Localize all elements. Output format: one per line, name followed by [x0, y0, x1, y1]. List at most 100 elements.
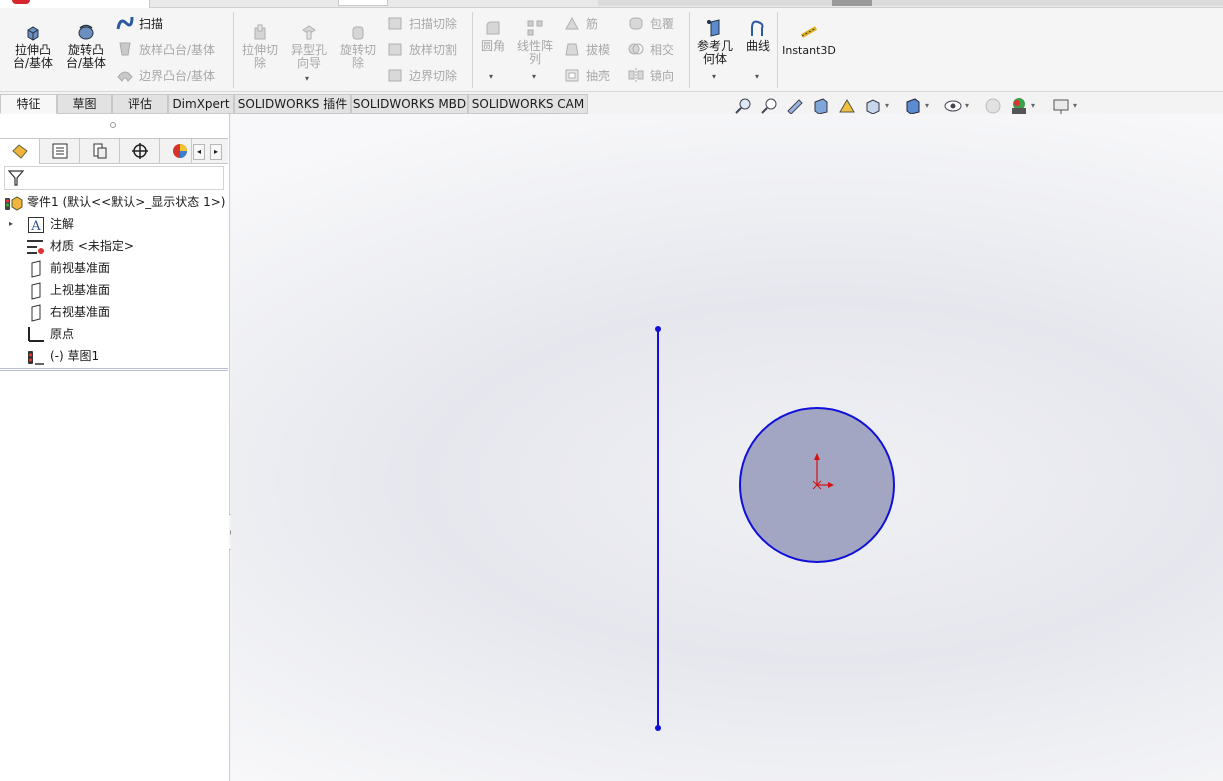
tree-item-part[interactable]: 零件1 (默认<<默认>_显示状态 1>): [0, 192, 228, 212]
linear-pattern-button[interactable]: 线性阵 列: [513, 18, 557, 66]
tab-dimxpert-manager[interactable]: [120, 139, 160, 164]
title-bar-area: [598, 0, 1223, 6]
previous-view-icon[interactable]: [785, 96, 805, 116]
revolve-cut-button[interactable]: 旋转切 除: [334, 22, 382, 70]
tree-item-material[interactable]: 材质 <未指定>: [0, 236, 228, 256]
tab-evaluate[interactable]: 评估: [112, 94, 168, 114]
tab-property-manager[interactable]: [40, 139, 80, 164]
curves-button[interactable]: 曲线: [740, 18, 776, 53]
fillet-dropdown[interactable]: ▾: [489, 72, 493, 81]
loft-boss-button[interactable]: 放样凸台/基体: [116, 40, 215, 60]
scene-dropdown[interactable]: ▾: [1031, 101, 1035, 110]
tab-solidworks-cam[interactable]: SOLIDWORKS CAM: [468, 94, 588, 114]
rib-button[interactable]: 筋: [563, 14, 598, 34]
solidworks-logo[interactable]: [0, 0, 150, 8]
loft-icon: [119, 42, 131, 56]
tab-feature-manager[interactable]: [0, 139, 40, 164]
tree-item-origin[interactable]: 原点: [0, 324, 228, 344]
instant3d-button[interactable]: Instant3D: [782, 22, 836, 57]
draft-button[interactable]: 拔模: [563, 40, 610, 60]
boundary-cut-button[interactable]: 边界切除: [386, 66, 457, 86]
dimxpert-icon: [132, 143, 148, 159]
tab-solidworks-mbd[interactable]: SOLIDWORKS MBD: [351, 94, 468, 114]
draft-icon: [565, 43, 579, 56]
panel-tabs-scroll-left[interactable]: ◂: [193, 144, 205, 160]
tab-solidworks-addins[interactable]: SOLIDWORKS 插件: [234, 94, 351, 114]
curves-label: 曲线: [745, 39, 770, 53]
dynamic-annotation-icon[interactable]: [837, 96, 857, 116]
tree-item-right-plane[interactable]: 右视基准面: [0, 302, 228, 322]
graphics-area[interactable]: [231, 114, 1223, 781]
revolve-cut-label-1: 旋转切: [339, 43, 376, 57]
quick-access-field[interactable]: [338, 0, 388, 6]
line-endpoint-top[interactable]: [655, 326, 661, 332]
view-orientation-dropdown[interactable]: ▾: [885, 101, 889, 110]
reference-geometry-dropdown[interactable]: ▾: [712, 72, 716, 81]
line-endpoint-bottom[interactable]: [655, 725, 661, 731]
filter-icon[interactable]: [8, 169, 24, 187]
command-manager-ribbon: 拉伸凸 台/基体 旋转凸 台/基体 扫描 放样凸台/基体 边界凸台/基体 拉伸切: [0, 8, 1223, 92]
sweep-label: 扫描: [139, 17, 164, 31]
tree-item-sketch[interactable]: (-) 草图1: [0, 346, 228, 366]
draft-label: 拔模: [586, 43, 611, 57]
fillet-button[interactable]: 圆角: [476, 18, 510, 53]
view-settings-icon[interactable]: [1051, 96, 1071, 116]
linear-pattern-dropdown[interactable]: ▾: [532, 72, 536, 81]
zoom-area-icon[interactable]: [759, 96, 779, 116]
loft-boss-label: 放样凸台/基体: [139, 43, 216, 57]
tree-material-label: 材质 <未指定>: [50, 239, 134, 253]
sketch-canvas[interactable]: [231, 114, 1223, 781]
tab-features[interactable]: 特征: [0, 94, 57, 114]
rollback-bar[interactable]: [0, 368, 228, 371]
display-style-dropdown[interactable]: ▾: [925, 101, 929, 110]
rib-label: 筋: [586, 17, 599, 31]
scene-icon[interactable]: [1009, 96, 1029, 116]
view-settings-dropdown[interactable]: ▾: [1073, 101, 1077, 110]
panel-grip[interactable]: [110, 122, 116, 128]
swept-cut-icon: [388, 17, 402, 30]
zoom-to-fit-icon[interactable]: [733, 96, 753, 116]
view-orientation-icon[interactable]: [863, 96, 883, 116]
hide-show-dropdown[interactable]: ▾: [965, 101, 969, 110]
section-view-icon[interactable]: [811, 96, 831, 116]
swept-cut-button[interactable]: 扫描切除: [386, 14, 457, 34]
hole-wizard-button[interactable]: 异型孔 向导: [285, 22, 333, 70]
appearance-icon[interactable]: [983, 96, 1003, 116]
tree-part-label: 零件1 (默认<<默认>_显示状态 1>): [27, 195, 226, 209]
tree-item-top-plane[interactable]: 上视基准面: [0, 280, 228, 300]
tree-item-annotations[interactable]: ▸ A 注解: [0, 214, 228, 234]
tab-sketch[interactable]: 草图: [57, 94, 112, 114]
hole-wizard-icon: [302, 25, 316, 40]
revolve-icon: [78, 24, 94, 40]
intersect-button[interactable]: 相交: [627, 40, 674, 60]
tab-configuration-manager[interactable]: [80, 139, 120, 164]
sweep-button[interactable]: 扫描: [116, 14, 163, 34]
extrude-cut-button[interactable]: 拉伸切 除: [236, 22, 284, 70]
extrude-cut-label-2: 除: [253, 56, 266, 70]
reference-geometry-button[interactable]: 参考几 何体: [693, 18, 737, 66]
material-icon: [27, 240, 44, 254]
expand-arrow-icon[interactable]: ▸: [9, 214, 13, 234]
search-field[interactable]: [832, 0, 872, 6]
shell-button[interactable]: 抽壳: [563, 66, 610, 86]
panel-tabs-scroll-right[interactable]: ▸: [210, 144, 222, 160]
extrude-boss-button[interactable]: 拉伸凸 台/基体: [8, 22, 58, 70]
tab-dimxpert[interactable]: DimXpert: [168, 94, 234, 114]
tab-display-manager[interactable]: [160, 139, 192, 164]
hole-wizard-dropdown[interactable]: ▾: [305, 74, 309, 83]
wrap-button[interactable]: 包覆: [627, 14, 674, 34]
lofted-cut-button[interactable]: 放样切割: [386, 40, 457, 60]
tree-filter-field[interactable]: [4, 166, 224, 190]
reference-geometry-label-1: 参考几: [696, 39, 733, 53]
tree-right-plane-label: 右视基准面: [50, 305, 111, 319]
tree-item-front-plane[interactable]: 前视基准面: [0, 258, 228, 278]
revolve-boss-button[interactable]: 旋转凸 台/基体: [61, 22, 111, 70]
linear-pattern-label-1: 线性阵: [516, 39, 553, 53]
tree-sketch-label: (-) 草图1: [50, 349, 100, 363]
display-style-icon[interactable]: [903, 96, 923, 116]
mirror-button[interactable]: 镜向: [627, 66, 674, 86]
ribbon-separator: [777, 12, 778, 88]
curves-dropdown[interactable]: ▾: [755, 72, 759, 81]
hide-show-icon[interactable]: [943, 96, 963, 116]
boundary-boss-button[interactable]: 边界凸台/基体: [116, 66, 215, 86]
